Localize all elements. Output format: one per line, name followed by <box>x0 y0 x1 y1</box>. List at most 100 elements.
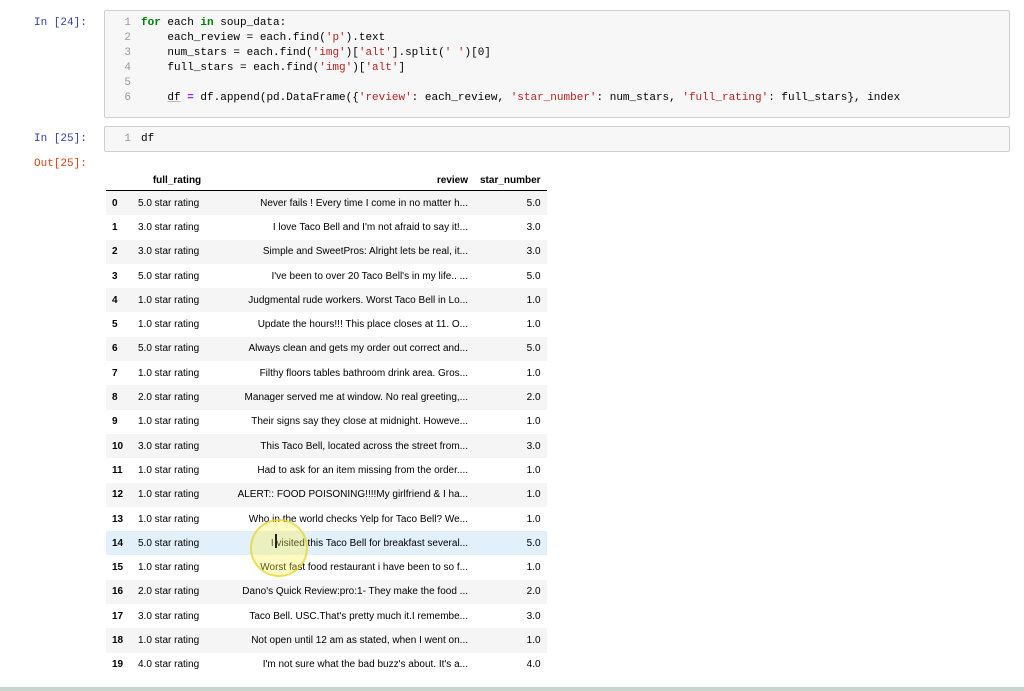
row-index: 18 <box>112 634 124 646</box>
table-header-row: full_rating review star_number <box>106 170 547 191</box>
code-token: )[ <box>345 47 359 59</box>
cell-24-prompt: In [24]: <box>34 17 87 29</box>
code-token: )[ <box>352 62 366 74</box>
table-row: 9 1.0 star rating Their signs say they clo… <box>106 410 547 434</box>
code-token: ).text <box>345 32 386 44</box>
table-row: 19 4.0 star rating I'm not sure what the b… <box>106 653 547 677</box>
table-row: 0 5.0 star rating Never fails ! Every time… <box>106 190 547 216</box>
table-row: 6 5.0 star rating Always clean and gets my… <box>106 336 547 362</box>
cell-review: Never fails ! Every time I come in no ma… <box>260 197 468 209</box>
code-token: : num_stars, <box>596 92 683 104</box>
row-index: 11 <box>112 464 123 476</box>
cell-24-code-editor[interactable]: 1 for each in soup_data: 2 each_review = e… <box>104 10 1010 118</box>
code-token: each_review = each.find( <box>141 32 326 44</box>
text-cursor-icon <box>275 534 277 548</box>
row-index: 2 <box>112 246 118 258</box>
cell-star-number: 5.0 <box>526 197 541 209</box>
row-index: 7 <box>112 367 118 379</box>
row-index: 13 <box>112 513 124 525</box>
cell-full-rating: 5.0 star rating <box>138 343 200 355</box>
index-header <box>106 170 132 191</box>
cell-full-rating: 1.0 star rating <box>138 489 200 501</box>
row-index: 15 <box>112 562 124 574</box>
cell-review: I've been to over 20 Taco Bell's in my l… <box>271 270 468 282</box>
row-index: 3 <box>112 270 118 282</box>
cell-review: I'm not sure what the bad buzz's about. … <box>262 659 468 671</box>
code-token: df <box>141 133 155 145</box>
line-number: 1 <box>124 17 131 29</box>
bottom-divider <box>0 687 1024 691</box>
cell-review: Manager served me at window. No real gre… <box>244 392 468 404</box>
cell-star-number: 1.0 <box>526 367 541 379</box>
table-row: 11 1.0 star rating Had to ask for an item … <box>106 458 547 482</box>
code-token: df <box>167 92 181 104</box>
cell-review: Judgmental rude workers. Worst Taco Bell… <box>248 294 468 306</box>
code-token: 'alt' <box>358 47 392 59</box>
cell-review: I love Taco Bell and I'm not afraid to s… <box>272 221 468 233</box>
code-token: ].split( <box>391 47 445 59</box>
cell-full-rating: 3.0 star rating <box>138 246 200 258</box>
code-token: 'full_rating' <box>682 92 769 104</box>
cell-star-number: 5.0 <box>526 270 541 282</box>
code-line: 5 <box>105 76 141 90</box>
cell-star-number: 1.0 <box>526 416 541 428</box>
cell-star-number: 3.0 <box>526 221 541 233</box>
output-prompt: Out[25]: <box>34 158 87 170</box>
table-row: 10 3.0 star rating This Taco Bell, located… <box>106 433 547 459</box>
row-index: 12 <box>112 489 124 501</box>
code-token: 'star_number' <box>510 92 597 104</box>
code-token: df.append(pd.DataFrame({ <box>193 92 359 104</box>
cell-review: This Taco Bell, located across the stree… <box>260 440 468 452</box>
cell-full-rating: 1.0 star rating <box>138 294 200 306</box>
table-row: 12 1.0 star rating ALERT:: FOOD POISONING!… <box>106 482 547 507</box>
cell-star-number: 5.0 <box>526 343 541 355</box>
code-token: : each_review, <box>411 92 511 104</box>
code-line: 2 each_review = each.find('p').text <box>105 31 385 45</box>
table-row: 7 1.0 star rating Filthy floors tables bat… <box>106 361 547 385</box>
cell-review: Not open until 12 am as stated, when I w… <box>251 634 468 646</box>
row-index: 5 <box>112 319 118 331</box>
cell-star-number: 1.0 <box>526 464 541 476</box>
cell-full-rating: 1.0 star rating <box>138 464 200 476</box>
row-index: 6 <box>112 343 118 355</box>
cell-star-number: 1.0 <box>526 513 541 525</box>
cell-25-code-editor[interactable]: 1 df <box>104 126 1010 152</box>
row-index: 4 <box>112 294 118 306</box>
cell-star-number: 1.0 <box>526 294 541 306</box>
code-token: each <box>160 17 201 29</box>
code-line: 3 num_stars = each.find('img')['alt'].sp… <box>105 46 491 60</box>
code-token: ' ' <box>444 47 465 59</box>
table-row: 4 1.0 star rating Judgmental rude workers.… <box>106 288 547 313</box>
row-index: 8 <box>112 392 118 404</box>
column-header-star-number: star_number <box>474 170 547 191</box>
dataframe-table: full_rating review star_number 0 5.0 star… <box>106 170 547 677</box>
cell-full-rating: 5.0 star rating <box>138 197 200 209</box>
column-header-full-rating: full_rating <box>132 170 222 191</box>
line-number: 6 <box>124 92 131 104</box>
cell-review: Simple and SweetPros: Alright lets be re… <box>262 246 468 258</box>
cell-review: Had to ask for an item missing from the … <box>257 464 468 476</box>
code-token: num_stars = each.find( <box>141 47 313 59</box>
row-index: 9 <box>112 416 118 428</box>
row-index: 10 <box>112 440 124 452</box>
cell-review: Dano's Quick Review:pro:1- They make the… <box>242 586 468 598</box>
table-row: 5 1.0 star rating Update the hours!!! This… <box>106 312 547 336</box>
cell-star-number: 5.0 <box>526 537 541 549</box>
column-header-review: review <box>222 170 474 191</box>
cell-star-number: 3.0 <box>526 610 541 622</box>
cell-review: ALERT:: FOOD POISONING!!!!My girlfriend … <box>237 489 468 501</box>
code-token: 'img' <box>319 62 353 74</box>
cell-review: Always clean and gets my order out corre… <box>248 343 468 355</box>
table-row: 16 2.0 star rating Dano's Quick Review:pro… <box>106 579 547 605</box>
code-token: for <box>141 17 161 29</box>
cell-full-rating: 5.0 star rating <box>138 537 200 549</box>
table-row: 2 3.0 star rating Simple and SweetPros: Al… <box>106 239 547 264</box>
code-line: 1 df <box>105 132 154 146</box>
code-token: )[0] <box>464 47 491 59</box>
cell-full-rating: 3.0 star rating <box>138 610 200 622</box>
cell-star-number: 2.0 <box>526 586 541 598</box>
cell-full-rating: 4.0 star rating <box>138 659 200 671</box>
cell-star-number: 2.0 <box>526 392 541 404</box>
code-token: full_stars = each.find( <box>141 62 320 74</box>
